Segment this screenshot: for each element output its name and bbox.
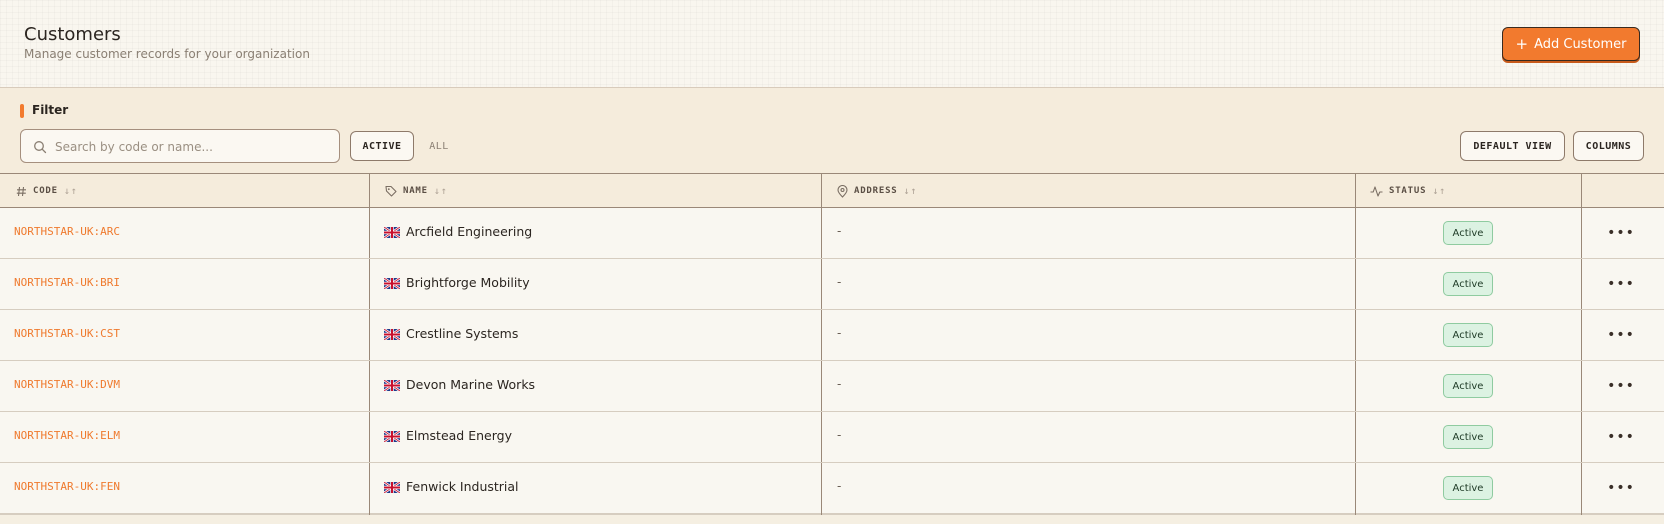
more-horizontal-icon[interactable]: ••• xyxy=(1607,475,1634,501)
status-badge: Active xyxy=(1443,374,1493,398)
uk-flag-icon xyxy=(384,227,400,238)
status-badge: Active xyxy=(1443,323,1493,347)
page-subtitle: Manage customer records for your organiz… xyxy=(24,47,310,61)
uk-flag-icon xyxy=(384,329,400,340)
sort-icon[interactable]: ↓↑ xyxy=(64,186,78,197)
uk-flag-icon xyxy=(384,380,400,391)
customer-name: Arcfield Engineering xyxy=(406,224,533,239)
table-row[interactable]: NORTHSTAR-UK:BRI Brightforge Mobility - … xyxy=(0,259,1664,310)
activity-icon xyxy=(1370,185,1383,197)
customer-address: - xyxy=(837,275,842,289)
map-pin-icon xyxy=(837,184,848,198)
column-header-label: CODE xyxy=(33,186,58,196)
filter-accent-bar xyxy=(20,104,24,118)
search-box[interactable] xyxy=(20,129,340,163)
more-horizontal-icon[interactable]: ••• xyxy=(1607,220,1634,246)
customer-code-link[interactable]: NORTHSTAR-UK:ELM xyxy=(14,429,120,442)
customer-address: - xyxy=(837,428,842,442)
add-customer-button[interactable]: + Add Customer xyxy=(1502,27,1640,61)
table-header: CODE ↓↑ NAME ↓↑ ADDRESS ↓↑ STATUS ↓↑ xyxy=(0,174,1664,208)
customer-address: - xyxy=(837,377,842,391)
filter-active-toggle[interactable]: ACTIVE xyxy=(350,131,414,161)
column-header-label: ADDRESS xyxy=(854,186,898,196)
more-horizontal-icon[interactable]: ••• xyxy=(1607,424,1634,450)
customer-name: Devon Marine Works xyxy=(406,377,536,392)
more-horizontal-icon[interactable]: ••• xyxy=(1607,373,1634,399)
status-badge: Active xyxy=(1443,476,1493,500)
sort-icon[interactable]: ↓↑ xyxy=(1432,186,1446,197)
more-horizontal-icon[interactable]: ••• xyxy=(1607,322,1634,348)
customer-address: - xyxy=(837,479,842,493)
customer-name: Crestline Systems xyxy=(406,326,519,341)
customers-table: CODE ↓↑ NAME ↓↑ ADDRESS ↓↑ STATUS ↓↑ NOR… xyxy=(0,174,1664,515)
more-horizontal-icon[interactable]: ••• xyxy=(1607,271,1634,297)
customer-address: - xyxy=(837,326,842,340)
table-row[interactable]: NORTHSTAR-UK:FEN Fenwick Industrial - Ac… xyxy=(0,463,1664,514)
column-header-label: NAME xyxy=(403,186,428,196)
column-header-address[interactable]: ADDRESS ↓↑ xyxy=(837,174,917,208)
hash-icon xyxy=(16,186,26,196)
column-header-status[interactable]: STATUS ↓↑ xyxy=(1370,174,1446,208)
filter-all-toggle[interactable]: ALL xyxy=(424,131,454,161)
sort-icon[interactable]: ↓↑ xyxy=(434,186,448,197)
customer-name: Brightforge Mobility xyxy=(406,275,530,290)
customer-code-link[interactable]: NORTHSTAR-UK:FEN xyxy=(14,480,120,493)
status-badge: Active xyxy=(1443,425,1493,449)
filter-label: Filter xyxy=(32,103,69,117)
table-row[interactable]: NORTHSTAR-UK:ARC Arcfield Engineering - … xyxy=(0,208,1664,259)
uk-flag-icon xyxy=(384,431,400,442)
search-icon xyxy=(34,141,47,154)
table-row[interactable]: NORTHSTAR-UK:DVM Devon Marine Works - Ac… xyxy=(0,361,1664,412)
page-title: Customers xyxy=(24,24,121,45)
table-row[interactable]: NORTHSTAR-UK:ELM Elmstead Energy - Activ… xyxy=(0,412,1664,463)
customer-code-link[interactable]: NORTHSTAR-UK:ARC xyxy=(14,225,120,238)
uk-flag-icon xyxy=(384,278,400,289)
default-view-button[interactable]: DEFAULT VIEW xyxy=(1460,131,1565,161)
page-header: Customers Manage customer records for yo… xyxy=(0,0,1664,88)
tag-icon xyxy=(385,185,397,197)
column-header-label: STATUS xyxy=(1389,186,1427,196)
column-header-code[interactable]: CODE ↓↑ xyxy=(16,174,78,208)
column-header-name[interactable]: NAME ↓↑ xyxy=(385,174,448,208)
add-customer-label: Add Customer xyxy=(1534,36,1627,52)
search-input[interactable] xyxy=(55,136,335,158)
plus-icon: + xyxy=(1515,34,1529,53)
customer-code-link[interactable]: NORTHSTAR-UK:DVM xyxy=(14,378,120,391)
customer-address: - xyxy=(837,224,842,238)
sort-icon[interactable]: ↓↑ xyxy=(904,186,918,197)
columns-button[interactable]: COLUMNS xyxy=(1573,131,1644,161)
customer-name: Elmstead Energy xyxy=(406,428,512,443)
customer-code-link[interactable]: NORTHSTAR-UK:CST xyxy=(14,327,120,340)
customer-name: Fenwick Industrial xyxy=(406,479,519,494)
customer-code-link[interactable]: NORTHSTAR-UK:BRI xyxy=(14,276,120,289)
uk-flag-icon xyxy=(384,482,400,493)
table-row[interactable]: NORTHSTAR-UK:CST Crestline Systems - Act… xyxy=(0,310,1664,361)
status-badge: Active xyxy=(1443,272,1493,296)
status-badge: Active xyxy=(1443,221,1493,245)
